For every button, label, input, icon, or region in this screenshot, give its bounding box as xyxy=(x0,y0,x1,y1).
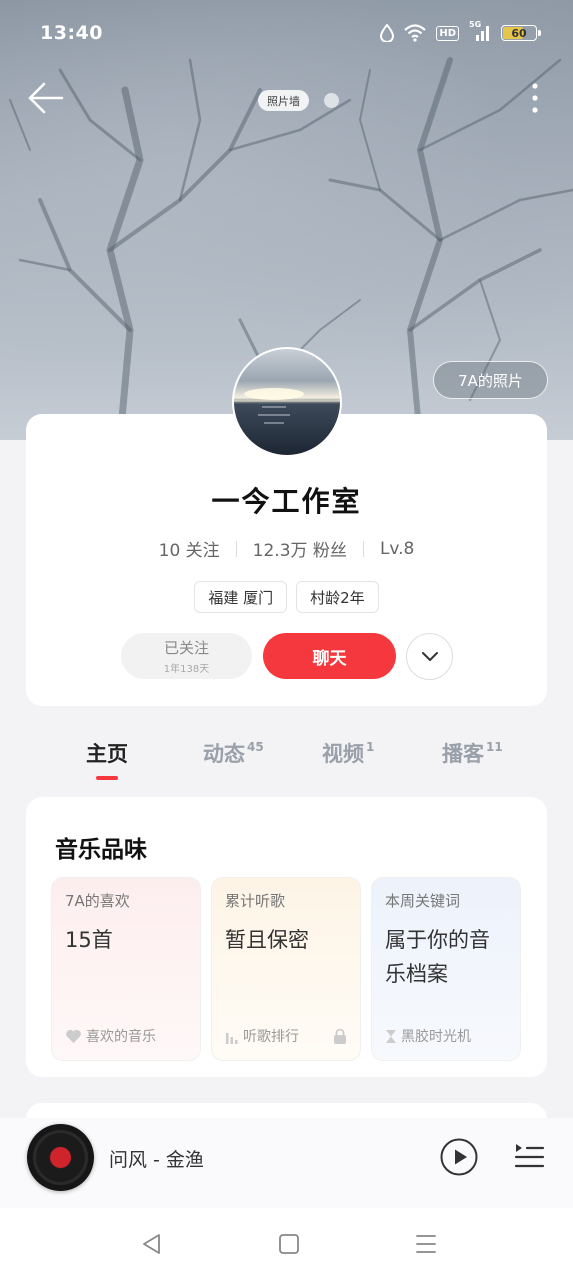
username: 一今工作室 xyxy=(211,485,362,518)
tab-label: 视频 xyxy=(322,742,364,766)
following-label: 已关注 xyxy=(163,639,209,657)
tile-footer: 黑胶时光机 xyxy=(385,1026,507,1046)
square-home-icon xyxy=(279,1234,299,1254)
bar-chart-icon xyxy=(226,1032,238,1044)
tab-label: 主页 xyxy=(86,742,128,766)
tile-label: 本周关键词 xyxy=(385,892,461,910)
more-vertical-icon xyxy=(532,83,538,113)
hourglass-icon xyxy=(386,1029,396,1043)
account-age-tag: 村龄2年 xyxy=(296,581,379,613)
chevron-down-icon xyxy=(421,651,438,661)
profile-tags: 福建 厦门 村龄2年 xyxy=(26,581,547,613)
signal-icon: 5G xyxy=(469,20,491,42)
triangle-back-icon xyxy=(143,1234,160,1254)
avatar[interactable] xyxy=(232,347,342,457)
wifi-icon xyxy=(404,24,427,42)
location-tag: 福建 厦门 xyxy=(194,581,288,613)
tab-label: 播客 xyxy=(442,742,484,766)
tab-podcasts[interactable]: 播客 11 xyxy=(442,738,503,768)
status-icons: HD 5G 60 xyxy=(380,20,541,42)
play-button[interactable] xyxy=(439,1137,479,1177)
more-button[interactable] xyxy=(520,80,550,116)
tile-footer-label: 喜欢的音乐 xyxy=(86,1029,156,1045)
weekly-keywords-tile[interactable]: 本周关键词 属于你的音乐档案 黑胶时光机 xyxy=(371,877,521,1061)
listening-stats-tile[interactable]: 累计听歌 暂且保密 听歌排行 xyxy=(211,877,361,1061)
now-playing-title[interactable]: 问风 - 金渔 xyxy=(109,1145,204,1172)
fans-count[interactable]: 12.3万 粉丝 xyxy=(253,536,347,561)
following-button[interactable]: 已关注 1年138天 xyxy=(121,633,252,679)
playlist-button[interactable] xyxy=(512,1139,546,1173)
battery-icon: 60 xyxy=(501,25,541,41)
music-taste-title: 音乐品味 xyxy=(55,837,147,863)
tile-footer: 喜欢的音乐 xyxy=(65,1026,187,1046)
heart-icon xyxy=(66,1029,81,1043)
lock-icon xyxy=(334,1028,346,1044)
tab-label: 动态 xyxy=(203,742,245,766)
hd-badge: HD xyxy=(436,25,459,41)
following-count[interactable]: 10 关注 xyxy=(159,536,220,561)
photos-button[interactable]: 7A的照片 xyxy=(433,361,548,399)
tab-count-badge: 1 xyxy=(366,740,375,754)
page-dot xyxy=(324,93,339,108)
album-disc[interactable] xyxy=(27,1124,94,1191)
arrow-left-icon xyxy=(28,82,64,114)
tab-count-badge: 45 xyxy=(247,740,264,754)
status-time: 13:40 xyxy=(40,22,103,44)
expand-button[interactable] xyxy=(406,633,453,680)
tab-posts[interactable]: 动态 45 xyxy=(203,738,264,768)
tile-value: 属于你的音乐档案 xyxy=(385,928,490,986)
back-button[interactable] xyxy=(26,80,66,116)
status-bar: 13:40 HD 5G 60 xyxy=(0,0,573,66)
tile-value: 15首 xyxy=(65,928,113,952)
battery-level: 60 xyxy=(511,26,527,40)
tab-home[interactable]: 主页 xyxy=(86,738,128,768)
play-icon xyxy=(440,1138,478,1176)
tab-videos[interactable]: 视频 1 xyxy=(322,738,374,768)
network-label: 5G xyxy=(469,20,482,29)
nav-back-button[interactable] xyxy=(140,1232,164,1256)
menu-lines-icon xyxy=(416,1235,436,1253)
photo-wall-pill[interactable]: 照片墙 xyxy=(258,90,309,111)
playlist-icon xyxy=(514,1144,545,1168)
liked-songs-tile[interactable]: 7A的喜欢 15首 喜欢的音乐 xyxy=(51,877,201,1061)
tab-count-badge: 11 xyxy=(486,740,503,754)
nav-home-button[interactable] xyxy=(277,1232,301,1256)
tile-value: 暂且保密 xyxy=(225,928,309,952)
nav-recents-button[interactable] xyxy=(414,1232,438,1256)
active-tab-indicator xyxy=(96,776,118,780)
user-level[interactable]: Lv.8 xyxy=(380,539,414,559)
tile-label: 累计听歌 xyxy=(225,892,286,910)
chat-button[interactable]: 聊天 xyxy=(263,633,396,679)
tile-label: 7A的喜欢 xyxy=(65,892,130,910)
tile-footer-label: 黑胶时光机 xyxy=(401,1029,471,1045)
water-drop-icon xyxy=(380,24,395,42)
stats-divider xyxy=(362,540,364,557)
tile-footer: 听歌排行 xyxy=(225,1026,347,1046)
stats-divider xyxy=(235,540,237,557)
profile-stats: 10 关注 12.3万 粉丝 Lv.8 xyxy=(26,536,547,562)
profile-tabs: 主页 动态 45 视频 1 播客 11 xyxy=(0,738,573,788)
sea-sunset-avatar-image xyxy=(234,388,340,424)
tile-footer-label: 听歌排行 xyxy=(243,1029,299,1045)
following-duration: 1年138天 xyxy=(163,664,210,675)
